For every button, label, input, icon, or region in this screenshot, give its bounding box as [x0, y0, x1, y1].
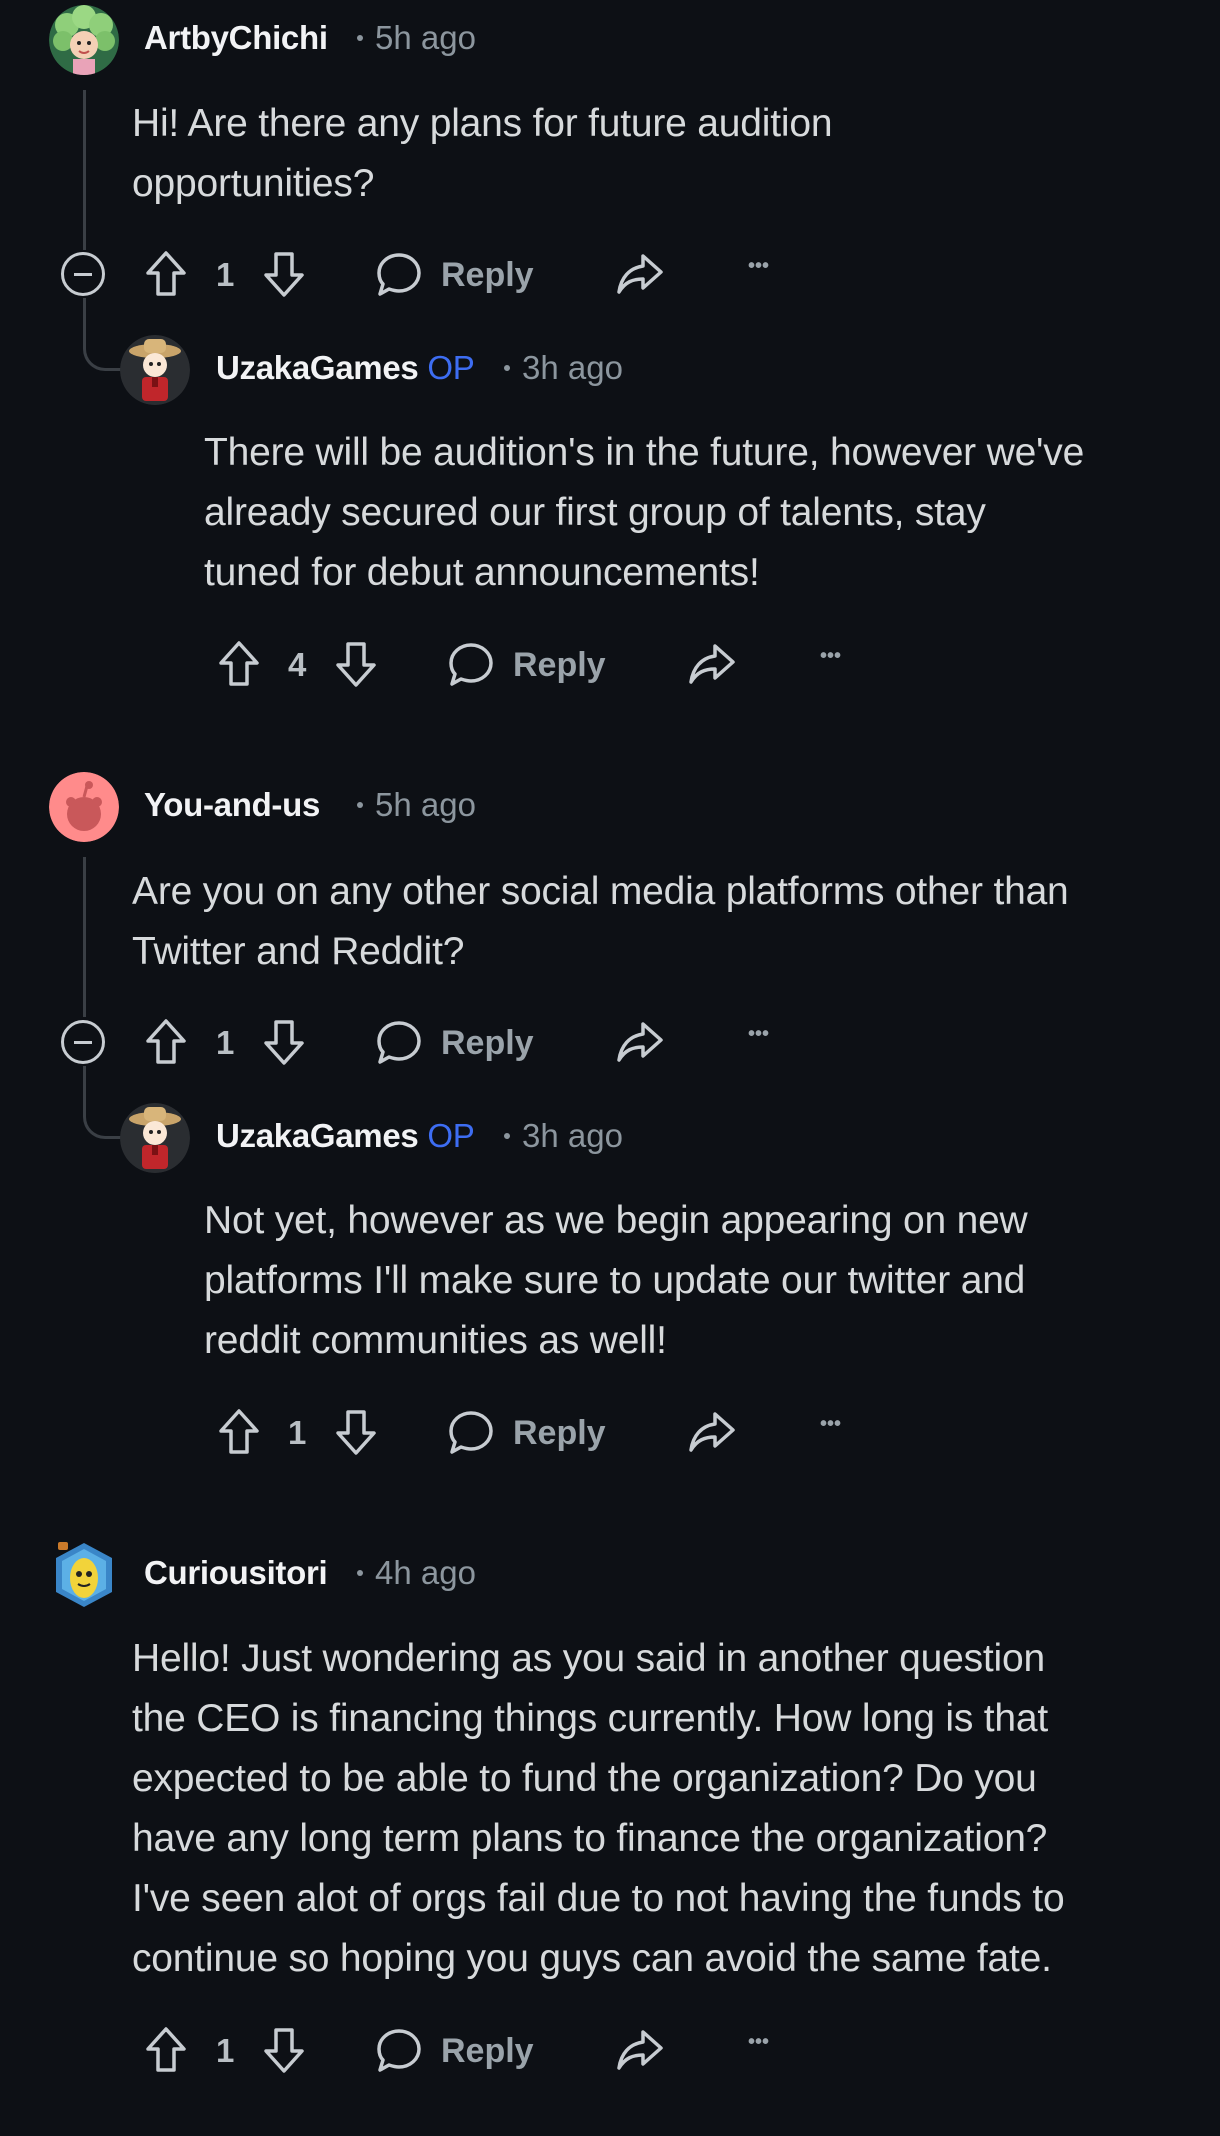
reply-bubble-icon[interactable] — [374, 2025, 424, 2075]
avatar[interactable] — [120, 335, 190, 405]
more-options-button[interactable]: ••• — [748, 1023, 769, 1046]
downvote-icon[interactable] — [261, 249, 307, 299]
reply-bubble-icon[interactable] — [374, 1017, 424, 1067]
comment-body: Hello! Just wondering as you said in ano… — [132, 1637, 1065, 1980]
upvote-icon[interactable] — [143, 1017, 189, 1067]
upvote-icon[interactable] — [143, 249, 189, 299]
thread-branch-line — [83, 298, 126, 371]
comment-username[interactable]: Curiousitori — [144, 1554, 328, 1592]
upvote-icon[interactable] — [216, 1407, 262, 1457]
banana-avatar-icon — [56, 1542, 112, 1607]
comment-timestamp: 3h ago — [504, 1117, 623, 1155]
comment-username[interactable]: UzakaGames OP — [216, 349, 475, 387]
reply-bubble-icon[interactable] — [446, 1407, 496, 1457]
more-options-button[interactable]: ••• — [748, 2031, 769, 2054]
share-icon[interactable] — [687, 640, 737, 688]
default-snoo-avatar-icon — [49, 772, 119, 842]
op-badge: OP — [427, 349, 475, 386]
more-options-button[interactable]: ••• — [748, 255, 769, 278]
comment-username[interactable]: ArtbyChichi — [144, 19, 328, 57]
reply-button[interactable]: Reply — [513, 646, 606, 685]
cowboy-avatar-icon — [120, 335, 190, 405]
upvote-icon[interactable] — [143, 2025, 189, 2075]
comment-username[interactable]: UzakaGames OP — [216, 1117, 475, 1155]
thread-line[interactable] — [83, 90, 86, 250]
avatar[interactable] — [49, 1540, 119, 1610]
comment-timestamp: 4h ago — [357, 1554, 476, 1592]
comment-body: Hi! Are there any plans for future audit… — [132, 102, 833, 205]
thread-branch-line — [83, 1066, 126, 1139]
avatar[interactable] — [120, 1103, 190, 1173]
downvote-icon[interactable] — [261, 2025, 307, 2075]
green-hair-avatar-icon — [49, 5, 119, 75]
reply-button[interactable]: Reply — [441, 2032, 534, 2071]
upvote-icon[interactable] — [216, 639, 262, 689]
avatar[interactable] — [49, 772, 119, 842]
more-options-button[interactable]: ••• — [820, 645, 841, 668]
comment-timestamp: 5h ago — [357, 19, 476, 57]
comment-body: Are you on any other social media platfo… — [132, 870, 1069, 973]
comment-timestamp: 5h ago — [357, 786, 476, 824]
cowboy-avatar-icon — [120, 1103, 190, 1173]
share-icon[interactable] — [687, 1408, 737, 1456]
reply-bubble-icon[interactable] — [374, 249, 424, 299]
vote-count: 4 — [288, 646, 307, 683]
downvote-icon[interactable] — [261, 1017, 307, 1067]
downvote-icon[interactable] — [333, 639, 379, 689]
more-options-button[interactable]: ••• — [820, 1413, 841, 1436]
share-icon[interactable] — [615, 250, 665, 298]
vote-count: 1 — [288, 1414, 307, 1451]
reply-button[interactable]: Reply — [513, 1414, 606, 1453]
reply-button[interactable]: Reply — [441, 1024, 534, 1063]
collapse-thread-button[interactable] — [61, 252, 105, 296]
op-badge: OP — [427, 1117, 475, 1154]
reply-bubble-icon[interactable] — [446, 639, 496, 689]
share-icon[interactable] — [615, 1018, 665, 1066]
collapse-thread-button[interactable] — [61, 1020, 105, 1064]
share-icon[interactable] — [615, 2026, 665, 2074]
comment-timestamp: 3h ago — [504, 349, 623, 387]
vote-count: 1 — [216, 1024, 235, 1061]
comment-username[interactable]: You-and-us — [144, 786, 320, 824]
comment-body: There will be audition's in the future, … — [204, 431, 1085, 594]
avatar[interactable] — [49, 5, 119, 75]
thread-line[interactable] — [83, 857, 86, 1017]
vote-count: 1 — [216, 256, 235, 293]
vote-count: 1 — [216, 2032, 235, 2069]
downvote-icon[interactable] — [333, 1407, 379, 1457]
comment-body: Not yet, however as we begin appearing o… — [204, 1199, 1028, 1362]
reply-button[interactable]: Reply — [441, 256, 534, 295]
